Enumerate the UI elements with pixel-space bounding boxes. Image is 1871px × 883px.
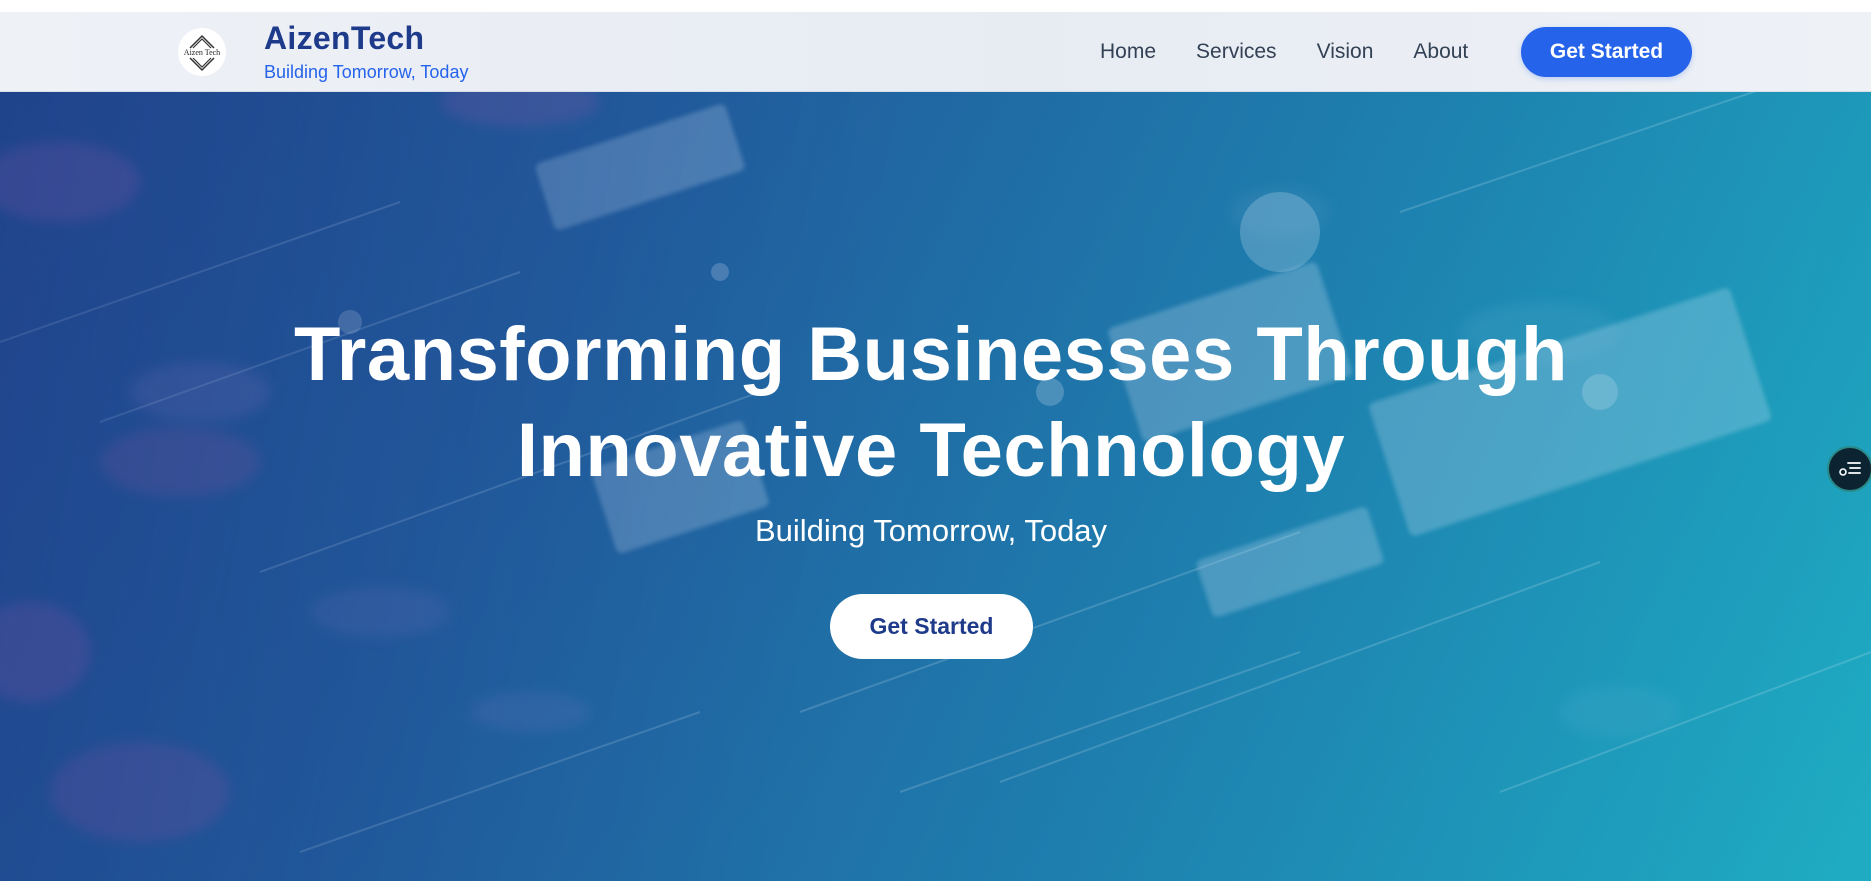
- hero-title-line-1: Transforming Businesses Through: [294, 312, 1568, 397]
- hero-title-line-2: Innovative Technology: [516, 408, 1346, 493]
- brand-tagline: Building Tomorrow, Today: [264, 62, 469, 82]
- hero-get-started-button[interactable]: Get Started: [830, 594, 1033, 659]
- page: Aizen Tech AizenTech Building Tomorrow, …: [0, 0, 1871, 883]
- chevron-diamond-logo-icon: Aizen Tech: [184, 34, 220, 72]
- brand-name[interactable]: AizenTech: [264, 20, 424, 57]
- nav-link-services[interactable]: Services: [1196, 40, 1277, 64]
- hero-title: Transforming Businesses Through Innovati…: [0, 307, 1862, 499]
- logo[interactable]: Aizen Tech: [178, 28, 226, 76]
- header-get-started-button[interactable]: Get Started: [1521, 27, 1692, 77]
- top-strip: [0, 0, 1871, 12]
- hero-subtitle: Building Tomorrow, Today: [754, 513, 1108, 548]
- accessibility-settings-icon: [1839, 462, 1861, 476]
- logo-text: Aizen Tech: [184, 48, 220, 57]
- nav-link-about[interactable]: About: [1413, 40, 1468, 64]
- hero-section: Transforming Businesses Through Innovati…: [0, 92, 1871, 881]
- accessibility-widget-button[interactable]: [1827, 446, 1871, 492]
- main-nav: Home Services Vision About: [1100, 12, 1508, 92]
- nav-link-home[interactable]: Home: [1100, 40, 1156, 64]
- site-header: Aizen Tech AizenTech Building Tomorrow, …: [0, 12, 1871, 92]
- nav-link-vision[interactable]: Vision: [1317, 40, 1374, 64]
